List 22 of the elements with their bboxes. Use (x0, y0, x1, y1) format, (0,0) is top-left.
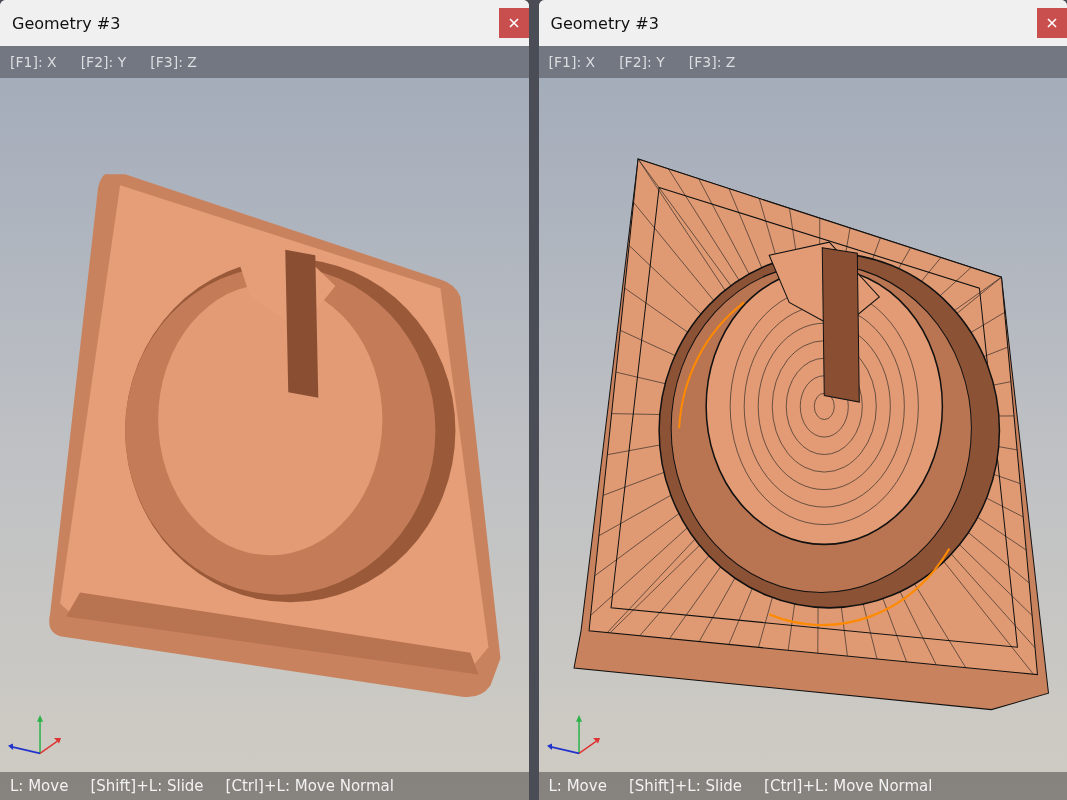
shortcut-hint: L: Move (548, 777, 607, 795)
close-button[interactable] (498, 8, 529, 38)
shortcut-hint: [F3]: Z (150, 54, 197, 70)
axis-gizmo-icon (8, 715, 62, 755)
shortcut-hint: [F3]: Z (688, 54, 736, 70)
shortcut-hint: [Shift]+L: Slide (90, 777, 204, 795)
shortcut-hint: [F2]: Y (619, 54, 665, 70)
shortcut-hint: [F1]: X (548, 54, 596, 70)
close-button[interactable] (1037, 8, 1067, 38)
shortcut-hint: [F2]: Y (80, 54, 127, 70)
3d-viewport[interactable]: [F1]: X [F2]: Y [F3]: Z L: Move [Shift]+L: Slide [Ctrl]+L: Move Normal (0, 46, 529, 800)
shortcut-hint: L: Move (10, 777, 69, 795)
close-icon (508, 18, 519, 28)
close-icon (1047, 18, 1057, 28)
window-title: Geometry #3 (550, 13, 659, 33)
shortcut-hint: [Shift]+L: Slide (628, 777, 743, 795)
shortcut-hint: [F1]: X (10, 54, 57, 70)
shortcut-hint: [Ctrl]+L: Move Normal (764, 777, 933, 795)
shortcut-hint: [Ctrl]+L: Move Normal (225, 777, 394, 795)
axis-gizmo-icon (546, 715, 600, 755)
window-title: Geometry #3 (12, 13, 121, 33)
3d-viewport[interactable]: [F1]: X [F2]: Y [F3]: Z L: Move [Shift]+L: Slide [Ctrl]+L: Move Normal (538, 46, 1067, 800)
